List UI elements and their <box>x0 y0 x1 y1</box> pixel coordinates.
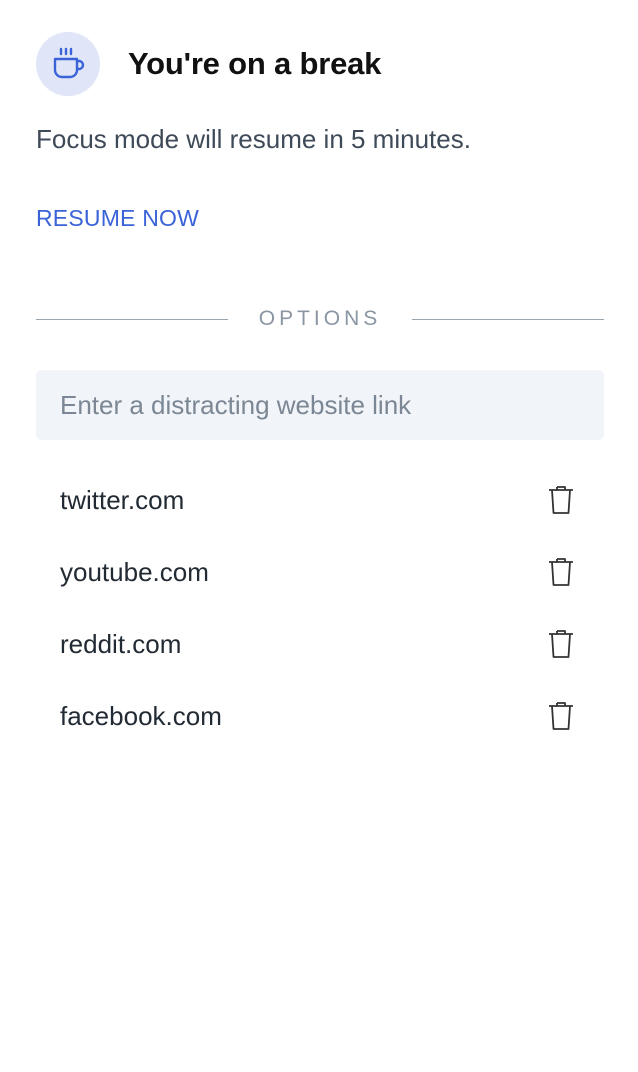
website-link-input[interactable] <box>36 370 604 440</box>
header: You're on a break <box>36 32 381 96</box>
trash-icon[interactable] <box>546 484 576 516</box>
coffee-cup-icon <box>36 32 100 96</box>
divider-line-left <box>36 319 228 320</box>
trash-icon[interactable] <box>546 556 576 588</box>
trash-icon[interactable] <box>546 628 576 660</box>
list-item: twitter.com <box>36 464 604 536</box>
trash-icon[interactable] <box>546 700 576 732</box>
resume-now-button[interactable]: RESUME NOW <box>36 205 199 232</box>
options-divider: OPTIONS <box>36 305 604 335</box>
site-name: youtube.com <box>60 556 209 587</box>
site-name: facebook.com <box>60 700 222 731</box>
break-panel: You're on a break Focus mode will resume… <box>0 0 638 1072</box>
resume-message: Focus mode will resume in 5 minutes. <box>36 124 471 154</box>
list-item: youtube.com <box>36 536 604 608</box>
site-name: twitter.com <box>60 484 185 515</box>
divider-line-right <box>412 319 604 320</box>
page-title: You're on a break <box>128 46 382 81</box>
blocked-sites-list: twitter.com youtube.com reddit.com faceb… <box>36 464 604 752</box>
site-name: reddit.com <box>60 628 182 659</box>
options-heading: OPTIONS <box>258 307 382 330</box>
list-item: reddit.com <box>36 608 604 680</box>
list-item: facebook.com <box>36 680 604 752</box>
